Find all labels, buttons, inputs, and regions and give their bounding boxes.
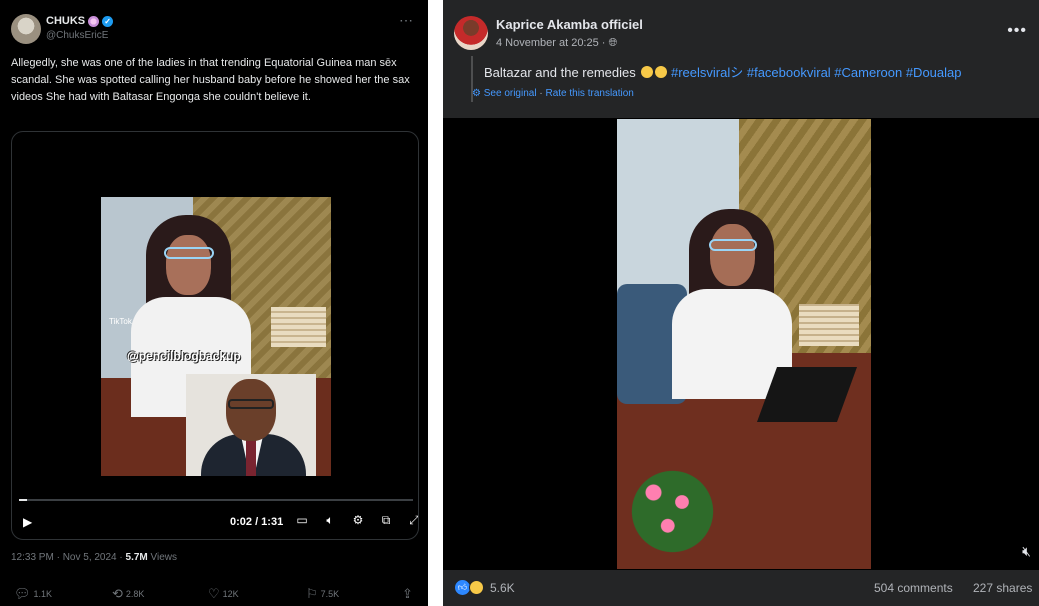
man-glasses <box>228 399 274 409</box>
video-time: 0:02 / 1:31 <box>230 516 284 528</box>
video-watermark: @pencilblogbackup <box>127 349 241 363</box>
tie <box>246 440 256 476</box>
play-icon[interactable]: ▶ <box>23 515 32 529</box>
fullscreen-icon[interactable]: ⤢ <box>406 513 418 528</box>
translation-links: ⚙ See original · Rate this translation <box>472 88 634 99</box>
tweet-meta: 12:33 PM · Nov 5, 2024 · 5.7M Views <box>11 552 177 563</box>
translate-gear-icon: ⚙ <box>472 88 481 99</box>
facebook-video-player[interactable]: 🔇︎ <box>443 118 1039 570</box>
like-count: 12K <box>222 589 239 599</box>
post-caption: Baltazar and the remedies #reelsviralシ #… <box>484 62 962 81</box>
twitter-post: CHUKS ✓ @ChuksEricE ⋯ Allegedly, she was… <box>0 0 428 606</box>
video-controls: ▭ 🔈︎ ⚙ ⧉ ⤢ <box>294 513 418 528</box>
facebook-avatar[interactable] <box>454 16 488 50</box>
reactions-count: 5.6K <box>490 580 515 595</box>
facebook-page-name[interactable]: Kaprice Akamba officiel <box>496 17 643 32</box>
hashtags[interactable]: #reelsviralシ #facebookviral #Cameroon #D… <box>671 65 962 80</box>
facebook-post: Kaprice Akamba officiel 4 November at 20… <box>443 0 1039 606</box>
repost-count: 2.8K <box>125 589 145 599</box>
twitter-display-name[interactable]: CHUKS <box>46 15 85 27</box>
heart-icon: ♡ <box>208 586 220 601</box>
tiktok-logo: TikTok <box>109 317 132 326</box>
mute-icon[interactable]: 🔇︎ <box>1022 543 1031 560</box>
post-date[interactable]: 4 November at 20:25 · <box>496 37 609 49</box>
see-original-link[interactable]: See original <box>484 88 537 99</box>
glasses <box>164 247 214 259</box>
bookmark-button[interactable]: ⚐ 7.5K <box>306 586 339 602</box>
facebook-post-header: Kaprice Akamba officiel 4 November at 20… <box>443 0 1039 118</box>
flower-emoji-icon <box>88 15 100 27</box>
video-frame[interactable]: TikTok @pencilblogbackup <box>101 197 331 476</box>
twitter-handle[interactable]: @ChuksEricE <box>46 30 108 41</box>
like-reaction-icon: 👍︎ <box>455 580 470 595</box>
reactions-summary[interactable]: 👍︎ 5.6K <box>455 580 515 595</box>
flower-plant <box>625 464 720 559</box>
share-icon: ⇪ <box>402 586 413 601</box>
repost-icon: ⟲ <box>112 586 123 601</box>
bookmark-icon: ⚐ <box>306 586 318 601</box>
reply-button[interactable]: 💬︎ 1.1K <box>14 586 52 602</box>
verified-badge-icon: ✓ <box>102 15 114 27</box>
woman-face <box>710 224 755 286</box>
volume-icon[interactable]: 🔈︎ <box>322 513 338 528</box>
tweet-timestamp[interactable]: 12:33 PM · Nov 5, 2024 · <box>11 552 126 563</box>
like-button[interactable]: ♡ 12K <box>208 586 239 602</box>
video-progress-bar[interactable] <box>19 499 413 501</box>
caption-text: Baltazar and the remedies <box>484 65 640 80</box>
twitter-avatar[interactable] <box>11 14 41 44</box>
shares-count[interactable]: 227 shares <box>973 581 1032 595</box>
tweet-video-player[interactable]: TikTok @pencilblogbackup ▶ 0:02 / 1:31 ▭… <box>11 131 419 540</box>
reply-icon: 💬︎ <box>14 586 31 601</box>
worried-face-icon <box>655 66 668 78</box>
screenshot-divider <box>428 0 443 606</box>
share-button[interactable]: ⇪ <box>402 586 413 602</box>
tweet-text: Allegedly, she was one of the ladies in … <box>11 57 410 103</box>
video-frame[interactable] <box>617 119 871 569</box>
worried-face-icon <box>641 66 654 78</box>
woman-face <box>166 235 211 295</box>
glasses <box>709 239 757 251</box>
book-stack <box>799 304 859 346</box>
comments-count[interactable]: 504 comments <box>874 581 953 595</box>
man-head <box>226 379 276 441</box>
pip-icon[interactable]: ⧉ <box>378 513 394 528</box>
captions-icon[interactable]: ▭ <box>294 513 310 528</box>
separator: · <box>539 88 543 99</box>
reply-count: 1.1K <box>33 589 53 599</box>
views-label: Views <box>147 552 178 563</box>
bookmark-count: 7.5K <box>320 589 340 599</box>
repost-button[interactable]: ⟲ 2.8K <box>112 586 144 602</box>
rate-translation-link[interactable]: Rate this translation <box>545 88 633 99</box>
settings-gear-icon[interactable]: ⚙ <box>350 513 366 528</box>
inset-man-photo <box>186 374 316 476</box>
views-count: 5.7M <box>125 552 148 563</box>
more-options-icon[interactable]: ••• <box>1007 22 1027 40</box>
video-progress-fill <box>19 499 27 501</box>
book-stack <box>271 307 326 347</box>
globe-icon: 🌐︎ <box>608 37 618 49</box>
more-options-icon[interactable]: ⋯ <box>399 12 414 29</box>
haha-reaction-icon <box>469 580 484 595</box>
facebook-post-footer: 👍︎ 5.6K 504 comments 227 shares <box>443 570 1039 606</box>
